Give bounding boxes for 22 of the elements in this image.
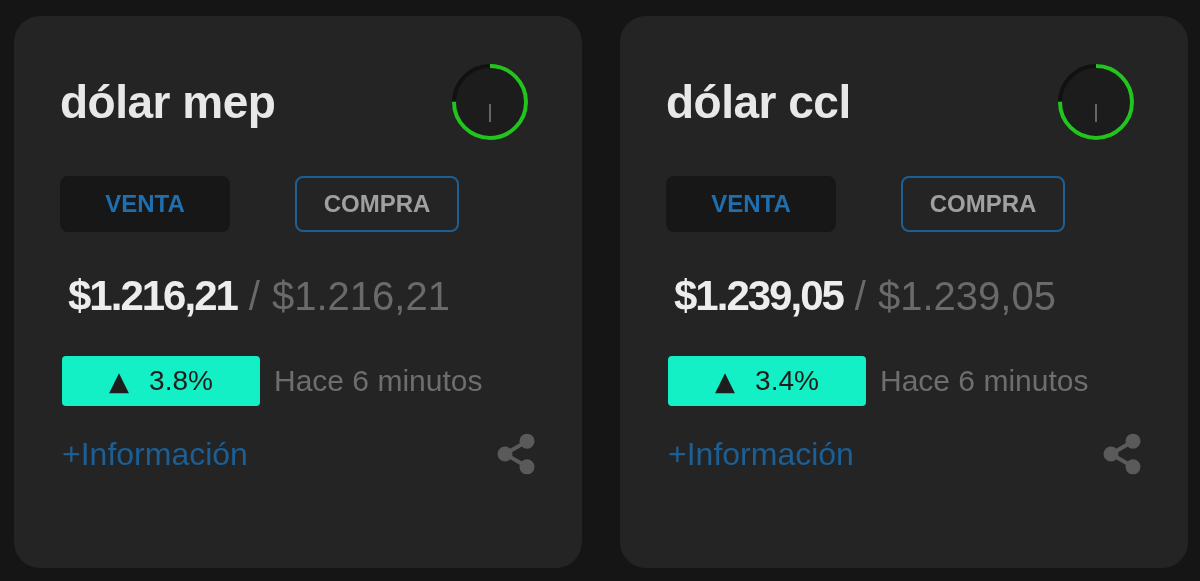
change-percent: 3.4% (755, 365, 819, 397)
up-triangle-icon: ▲ (715, 366, 736, 396)
sell-price: $1.239,05 (674, 272, 843, 320)
card-title: dólar mep (60, 75, 276, 129)
tab[interactable]: VENTA (60, 176, 230, 232)
card-title: dólar ccl (666, 75, 851, 129)
more-info-link[interactable]: +Información (668, 435, 854, 473)
buy-price: $1.239,05 (878, 274, 1056, 319)
timer-ring-icon (450, 62, 530, 142)
sell-price: $1.216,21 (68, 272, 237, 320)
tab[interactable]: COMPRA (901, 176, 1065, 232)
update-time: Hace 6 minutos (274, 364, 483, 398)
price-separator: / (248, 274, 260, 319)
tab[interactable]: COMPRA (295, 176, 459, 232)
update-time: Hace 6 minutos (880, 364, 1089, 398)
buy-price: $1.216,21 (272, 274, 450, 319)
more-info-link[interactable]: +Información (62, 435, 248, 473)
tab[interactable]: VENTA (666, 176, 836, 232)
timer-ring-icon (1056, 62, 1136, 142)
price-separator: / (854, 274, 866, 319)
change-percent: 3.8% (149, 365, 213, 397)
up-triangle-icon: ▲ (109, 366, 130, 396)
